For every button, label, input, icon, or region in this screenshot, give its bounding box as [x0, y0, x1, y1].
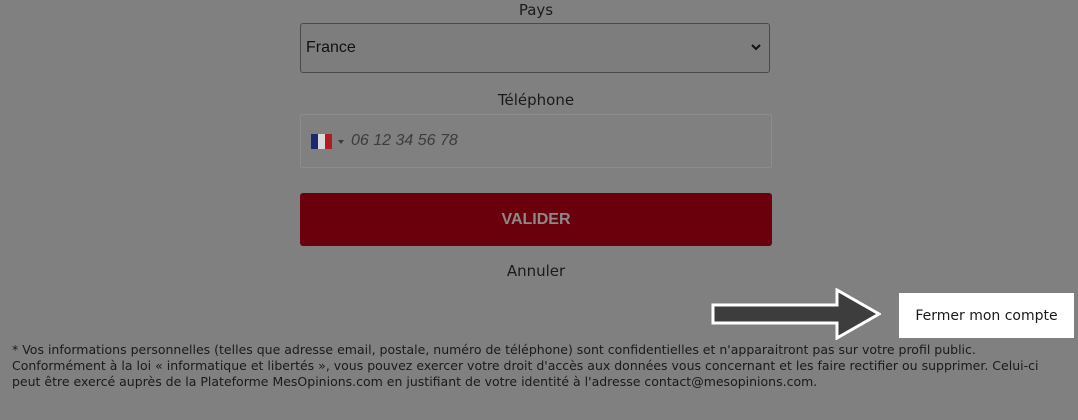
cancel-link[interactable]: Annuler	[300, 262, 772, 280]
phone-input[interactable]	[351, 115, 761, 167]
privacy-disclaimer: * Vos informations personnelles (telles …	[12, 342, 1039, 389]
close-account-label: Fermer mon compte	[915, 307, 1058, 324]
close-account-tooltip[interactable]: Fermer mon compte	[899, 293, 1074, 338]
phone-field	[300, 114, 772, 168]
caret-down-icon[interactable]	[338, 140, 344, 144]
submit-button[interactable]: VALIDER	[300, 193, 772, 246]
phone-label: Téléphone	[497, 91, 575, 109]
country-label: Pays	[518, 1, 554, 19]
country-select[interactable]: France	[300, 23, 770, 73]
chevron-down-icon	[751, 44, 761, 51]
fr-flag-icon[interactable]	[311, 134, 332, 149]
arrow-right-icon	[711, 288, 881, 340]
country-select-value: France	[306, 39, 356, 56]
